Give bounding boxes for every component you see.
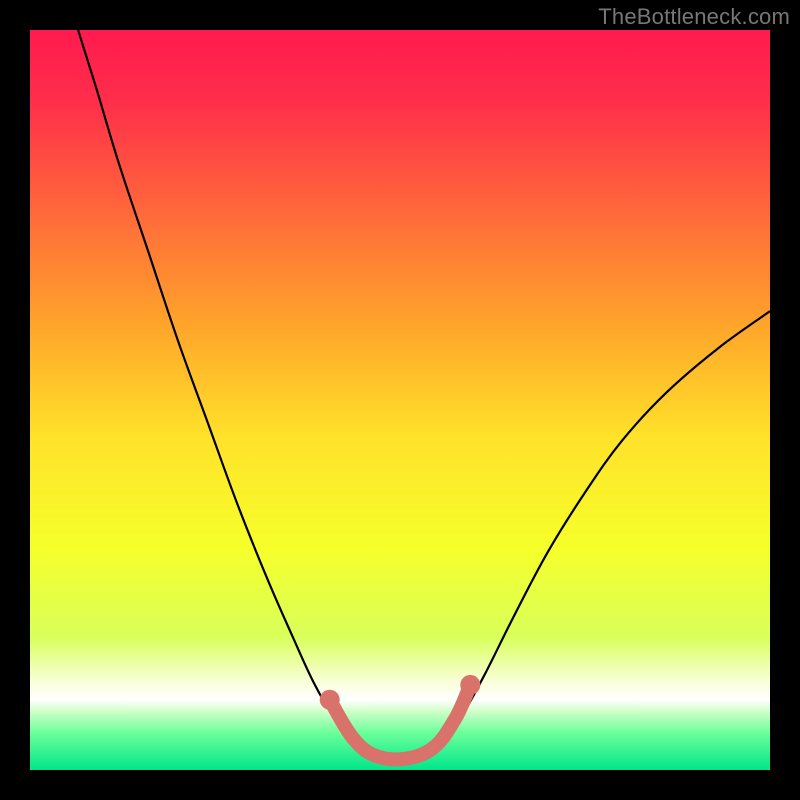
highlight-endpoint: [460, 675, 480, 695]
highlight-endpoint: [320, 690, 340, 710]
bottleneck-chart: [0, 0, 800, 800]
chart-frame: TheBottleneck.com: [0, 0, 800, 800]
watermark-label: TheBottleneck.com: [598, 4, 790, 30]
